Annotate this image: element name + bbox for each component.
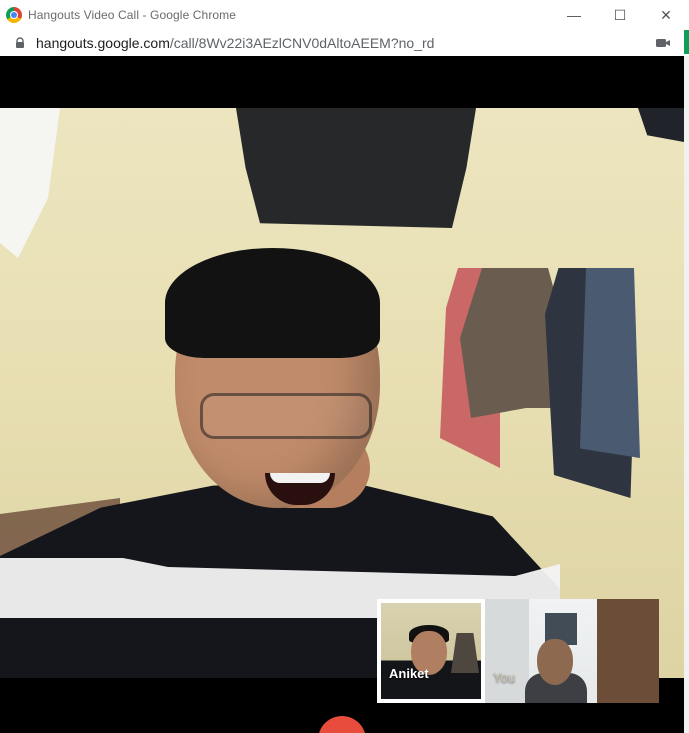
participant-name: You xyxy=(493,670,515,685)
url-path: /call/8Wv22i3AEzlCNV0dAltoAEEM?no_rd xyxy=(169,35,435,51)
participant-thumbnail-you[interactable]: You xyxy=(485,599,659,703)
window-controls: — ☐ ✕ xyxy=(551,0,689,30)
close-button[interactable]: ✕ xyxy=(643,0,689,30)
participant-thumbnail-aniket[interactable]: Aniket xyxy=(377,599,485,703)
titlebar: Hangouts Video Call - Google Chrome — ☐ … xyxy=(0,0,689,30)
top-letterbox xyxy=(0,56,684,108)
chrome-icon xyxy=(6,7,22,23)
call-viewport: Aniket You xyxy=(0,56,684,733)
url[interactable]: hangouts.google.com/call/8Wv22i3AEzlCNV0… xyxy=(36,35,434,51)
url-domain: hangouts.google.com xyxy=(36,35,170,51)
person-hair xyxy=(165,248,380,358)
participant-name: Aniket xyxy=(389,666,429,681)
window-title: Hangouts Video Call - Google Chrome xyxy=(28,8,237,22)
participant-thumbnails: Aniket You xyxy=(377,599,659,705)
maximize-button[interactable]: ☐ xyxy=(597,0,643,30)
chrome-window: Hangouts Video Call - Google Chrome — ☐ … xyxy=(0,0,689,733)
thumbnail-background-wall xyxy=(597,599,659,703)
address-bar[interactable]: hangouts.google.com/call/8Wv22i3AEzlCNV0… xyxy=(0,30,689,57)
end-call-icon[interactable] xyxy=(318,716,366,733)
window-right-edge xyxy=(684,56,689,733)
participant-person xyxy=(0,108,684,678)
minimize-button[interactable]: — xyxy=(551,0,597,30)
person-teeth xyxy=(270,473,330,483)
video-camera-icon[interactable] xyxy=(655,36,671,50)
thumbnail-background-door xyxy=(485,599,529,703)
person-glasses xyxy=(200,393,372,439)
lock-icon xyxy=(12,35,28,51)
accent-strip xyxy=(684,30,689,54)
thumbnail-person-face xyxy=(537,639,573,685)
main-video[interactable] xyxy=(0,108,684,678)
